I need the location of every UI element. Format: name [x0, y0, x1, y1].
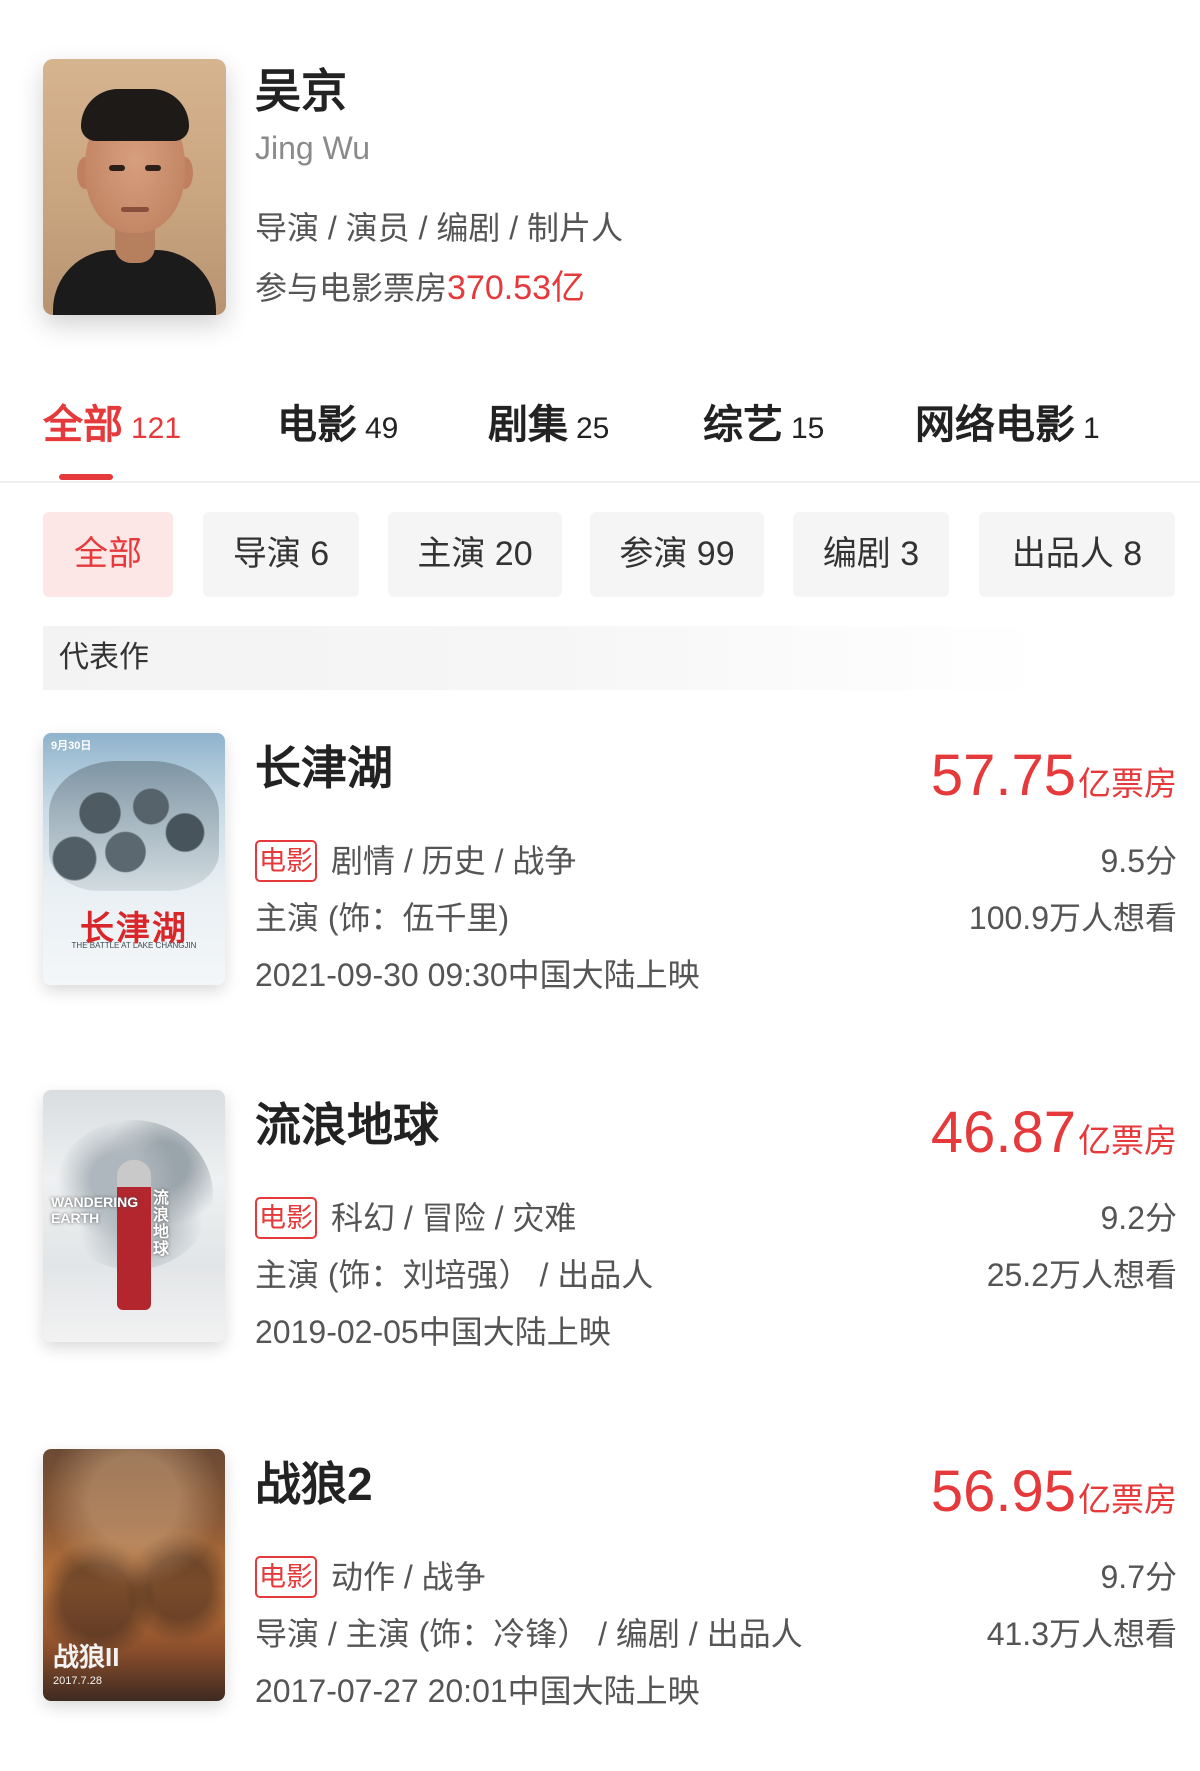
movie-role: 主演 (饰：刘培强） / 出品人	[255, 1257, 654, 1293]
tab-all[interactable]: 全部 121	[43, 397, 181, 453]
filter-chip-cast[interactable]: 参演 99	[590, 512, 764, 597]
filter-chip-writer[interactable]: 编剧 3	[793, 512, 949, 597]
movie-box-office: 57.75亿票房	[931, 741, 1177, 826]
movie-genres: 剧情 / 历史 / 战争	[331, 843, 577, 879]
movie-title[interactable]: 流浪地球	[255, 1095, 439, 1155]
tabs-divider	[0, 481, 1200, 483]
tab-label: 网络电影	[915, 403, 1075, 447]
poster-subtitle: THE BATTLE AT LAKE CHANGJIN	[71, 941, 197, 950]
tab-label: 电影	[277, 403, 357, 447]
tab-count: 121	[131, 412, 182, 445]
avatar-mouth	[121, 207, 149, 212]
movie-role: 主演 (饰：伍千里)	[255, 900, 510, 936]
tab-series[interactable]: 剧集 25	[488, 397, 609, 453]
movie-want-count: 100.9万人想看	[968, 900, 1177, 936]
tab-web-movies[interactable]: 网络电影 1	[915, 397, 1100, 453]
poster-title: 战狼II	[53, 1642, 120, 1672]
tab-count: 1	[1083, 412, 1100, 445]
poster-artwork	[49, 761, 219, 891]
box-office-number: 56.95	[930, 1459, 1076, 1524]
avatar[interactable]	[43, 59, 226, 315]
person-roles: 导演 / 演员 / 编剧 / 制片人	[255, 210, 624, 246]
movie-poster[interactable]: 战狼II 2017.7.28	[43, 1449, 225, 1701]
poster-title: WANDERING EARTH	[51, 1194, 139, 1226]
movie-poster[interactable]: 9月30日 长津湖 THE BATTLE AT LAKE CHANGJIN	[43, 733, 225, 985]
movie-item[interactable]: WANDERING EARTH 流浪地球 流浪地球 46.87亿票房 电影 科幻…	[0, 1090, 1200, 1350]
movie-score: 9.5分	[1100, 843, 1178, 879]
movie-genres: 动作 / 战争	[331, 1559, 486, 1595]
tab-variety[interactable]: 综艺 15	[703, 397, 824, 453]
box-office-unit: 亿票房	[1078, 765, 1177, 802]
movie-want-count: 41.3万人想看	[986, 1616, 1177, 1652]
person-detail-page: 吴京 Jing Wu 导演 / 演员 / 编剧 / 制片人 参与电影票房370.…	[0, 0, 1200, 1771]
section-header	[43, 626, 1043, 690]
person-name-en: Jing Wu	[255, 130, 371, 166]
poster-date-text: 2017.7.28	[53, 1675, 102, 1687]
movie-item[interactable]: 战狼II 2017.7.28 战狼2 56.95亿票房 电影 动作 / 战争 导…	[0, 1449, 1200, 1709]
movie-genres: 科幻 / 冒险 / 灾难	[331, 1200, 577, 1236]
movie-type-tag: 电影	[255, 1197, 317, 1239]
movie-title[interactable]: 长津湖	[255, 738, 393, 798]
poster-date-text: 9月30日	[51, 740, 92, 752]
movie-score: 9.2分	[1100, 1200, 1178, 1236]
person-name: 吴京	[255, 65, 347, 117]
movie-release: 2017-07-27 20:01中国大陆上映	[255, 1673, 700, 1709]
movie-box-office: 46.87亿票房	[931, 1098, 1177, 1183]
box-office-number: 46.87	[930, 1100, 1076, 1165]
movie-item[interactable]: 9月30日 长津湖 THE BATTLE AT LAKE CHANGJIN 长津…	[0, 733, 1200, 993]
avatar-hair	[81, 89, 189, 141]
tab-label: 综艺	[703, 403, 783, 447]
section-title: 代表作	[59, 641, 149, 674]
movie-type-tag: 电影	[255, 1556, 317, 1598]
tab-label: 全部	[43, 403, 123, 447]
movie-role: 导演 / 主演 (饰：冷锋） / 编剧 / 出品人	[255, 1616, 803, 1652]
tab-count: 25	[576, 412, 610, 445]
movie-score: 9.7分	[1100, 1559, 1178, 1595]
poster-title-cn: 流浪地球	[153, 1190, 170, 1258]
avatar-eye-right	[145, 165, 161, 171]
box-office-unit: 亿票房	[1078, 1122, 1177, 1159]
movie-release: 2019-02-05中国大陆上映	[255, 1314, 611, 1350]
tab-movies[interactable]: 电影 49	[277, 397, 398, 453]
tab-count: 49	[365, 412, 399, 445]
avatar-eye-left	[109, 165, 125, 171]
filter-chip-all[interactable]: 全部	[43, 512, 173, 597]
movie-type-tag: 电影	[255, 840, 317, 882]
filter-chip-director[interactable]: 导演 6	[203, 512, 359, 597]
box-office-unit: 亿票房	[1078, 1481, 1177, 1518]
tab-label: 剧集	[488, 403, 568, 447]
box-office-value: 370.53亿	[447, 269, 586, 307]
movie-poster[interactable]: WANDERING EARTH 流浪地球	[43, 1090, 225, 1342]
movie-box-office: 56.95亿票房	[931, 1457, 1177, 1542]
movie-release: 2021-09-30 09:30中国大陆上映	[255, 957, 700, 993]
tab-count: 15	[791, 412, 825, 445]
filter-chip-lead[interactable]: 主演 20	[388, 512, 562, 597]
box-office-label: 参与电影票房	[255, 270, 448, 306]
filter-chip-producer[interactable]: 出品人 8	[979, 512, 1175, 597]
poster-figure	[117, 1160, 151, 1310]
movie-title[interactable]: 战狼2	[255, 1454, 373, 1514]
movie-want-count: 25.2万人想看	[986, 1257, 1177, 1293]
active-tab-indicator	[59, 474, 113, 480]
box-office-number: 57.75	[930, 743, 1076, 808]
person-box-office: 参与电影票房370.53亿	[255, 266, 585, 310]
